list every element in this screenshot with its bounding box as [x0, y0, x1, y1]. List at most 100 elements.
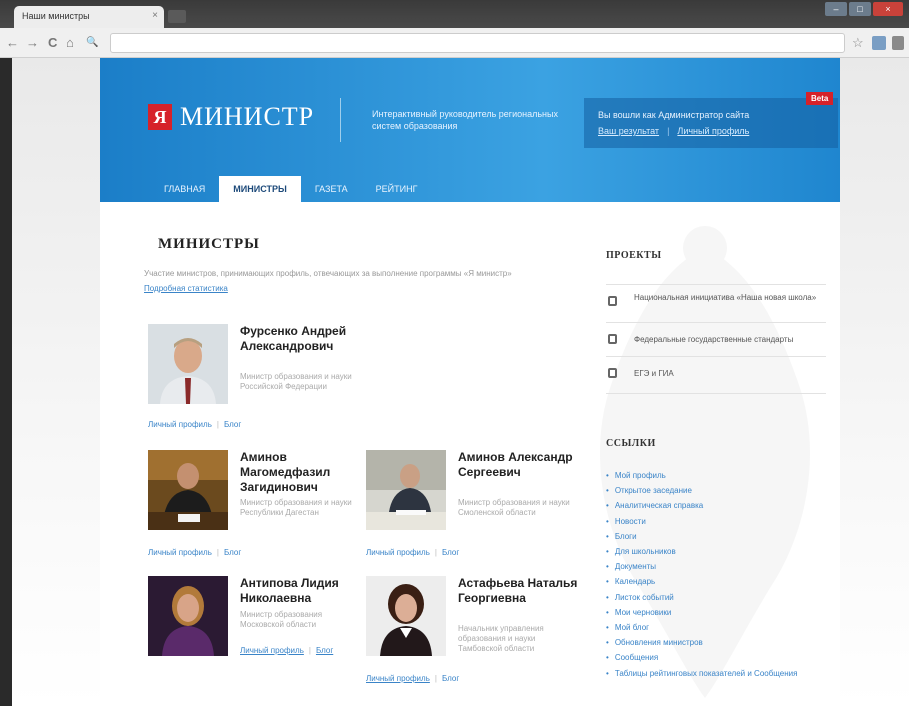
sidebar-link[interactable]: Календарь — [606, 574, 826, 589]
page-menu-icon[interactable] — [872, 36, 886, 50]
document-icon — [608, 368, 617, 378]
home-icon[interactable]: ⌂ — [66, 35, 74, 50]
document-icon — [608, 296, 617, 306]
minister-blog-link[interactable]: Блог — [316, 646, 333, 655]
project-item[interactable]: ЕГЭ и ГИА — [606, 356, 826, 394]
intro-link[interactable]: Подробная статистика — [144, 284, 228, 293]
login-panel: Вы вошли как Администратор сайта Ваш рез… — [584, 98, 838, 148]
minister-card: Аминов Магомедфазил Загидинович Министр … — [148, 450, 368, 570]
header-divider — [340, 98, 341, 142]
minister-role: Министр образования и науки Российской Ф… — [240, 372, 352, 391]
project-label[interactable]: Национальная инициатива «Наша новая школ… — [634, 293, 819, 303]
browser-titlebar: Наши министры × – □ × — [0, 0, 909, 28]
link-separator: | — [434, 674, 437, 683]
minister-name[interactable]: Антипова Лидия Николаевна — [240, 576, 360, 606]
back-icon[interactable]: ← — [6, 35, 19, 50]
minister-profile-link[interactable]: Личный профиль — [148, 420, 212, 429]
nav-item-newspaper[interactable]: ГАЗЕТА — [301, 176, 362, 202]
browser-tab[interactable]: Наши министры × — [14, 6, 164, 28]
link-separator: | — [216, 420, 219, 429]
browser-toolbar: ← → C ⌂ 🔍 ☆ — [0, 28, 909, 58]
minister-name[interactable]: Аминов Александр Сергеевич — [458, 450, 578, 480]
minister-role: Министр образования и науки Республики Д… — [240, 498, 352, 517]
links-title: ССЫЛКИ — [606, 438, 656, 449]
minister-profile-link[interactable]: Личный профиль — [240, 646, 304, 655]
link-separator: | — [216, 548, 219, 557]
minister-blog-link[interactable]: Блог — [442, 548, 459, 557]
nav-item-home[interactable]: ГЛАВНАЯ — [150, 176, 219, 202]
sidebar-link[interactable]: Мой профиль — [606, 468, 826, 483]
page-title: МИНИСТРЫ — [158, 236, 260, 252]
site-header: Я МИНИСТР Интерактивный руководитель рег… — [100, 58, 840, 202]
minister-name[interactable]: Аминов Магомедфазил Загидинович — [240, 450, 360, 495]
forward-icon[interactable]: → — [26, 35, 39, 50]
project-item[interactable]: Федеральные государственные стандарты — [606, 322, 826, 356]
login-status: Вы вошли как Администратор сайта — [598, 110, 750, 120]
sidebar-link[interactable]: Блоги — [606, 529, 826, 544]
minister-card: Антипова Лидия Николаевна Министр образо… — [148, 576, 368, 676]
results-link[interactable]: Ваш результат — [598, 126, 659, 136]
sidebar-link[interactable]: Открытое заседание — [606, 483, 826, 498]
minister-role: Начальник управления образования и науки… — [458, 624, 544, 653]
sidebar-link[interactable]: Таблицы рейтинговых показателей и Сообще… — [606, 666, 826, 681]
minister-profile-link[interactable]: Личный профиль — [366, 548, 430, 557]
new-tab-button[interactable] — [168, 10, 186, 23]
minister-photo[interactable] — [366, 576, 446, 656]
minimize-button[interactable]: – — [825, 2, 847, 16]
sidebar-link[interactable]: Сообщения — [606, 650, 826, 665]
minister-name[interactable]: Астафьева Наталья Георгиевна — [458, 576, 578, 606]
nav-item-ministers[interactable]: МИНИСТРЫ — [219, 176, 301, 202]
project-item[interactable]: Национальная инициатива «Наша новая школ… — [606, 284, 826, 318]
nav-item-rating[interactable]: РЕЙТИНГ — [362, 176, 432, 202]
login-separator: | — [667, 126, 670, 136]
minister-photo[interactable] — [366, 450, 446, 530]
projects-title: ПРОЕКТЫ — [606, 250, 662, 261]
minister-blog-link[interactable]: Блог — [224, 420, 241, 429]
beta-badge: Beta — [806, 92, 834, 105]
address-search-icon: 🔍 — [86, 37, 99, 48]
site-container: Я МИНИСТР Интерактивный руководитель рег… — [100, 58, 840, 706]
project-label[interactable]: Федеральные государственные стандарты — [634, 335, 819, 345]
minister-role: Министр образования Московской области — [240, 610, 323, 629]
minister-links: Личный профиль | Блог — [148, 548, 241, 557]
sidebar-link[interactable]: Документы — [606, 559, 826, 574]
sidebar-link[interactable]: Мои черновики — [606, 605, 826, 620]
reload-icon[interactable]: C — [48, 35, 57, 50]
login-links: Ваш результат | Личный профиль — [598, 126, 749, 136]
close-window-button[interactable]: × — [873, 2, 903, 16]
tab-title: Наши министры — [22, 11, 90, 21]
bookmark-star-icon[interactable]: ☆ — [852, 35, 864, 51]
minister-links: Личный профиль | Блог — [240, 646, 333, 655]
site-tagline: Интерактивный руководитель региональных … — [372, 109, 558, 131]
minister-name[interactable]: Фурсенко Андрей Александрович — [240, 324, 360, 354]
logo-badge[interactable]: Я — [148, 104, 172, 130]
minister-links: Личный профиль | Блог — [148, 420, 241, 429]
sidebar-link[interactable]: Обновления министров — [606, 635, 826, 650]
minister-card: Аминов Александр Сергеевич Министр образ… — [366, 450, 586, 570]
tab-close-icon[interactable]: × — [152, 10, 158, 21]
minister-photo[interactable] — [148, 450, 228, 530]
document-icon — [608, 334, 617, 344]
wrench-icon[interactable] — [892, 36, 904, 50]
link-separator: | — [434, 548, 437, 557]
profile-link[interactable]: Личный профиль — [677, 126, 749, 136]
minister-photo[interactable] — [148, 576, 228, 656]
minister-blog-link[interactable]: Блог — [442, 674, 459, 683]
page-viewport: Я МИНИСТР Интерактивный руководитель рег… — [0, 58, 909, 706]
intro-text: Участие министров, принимающих профиль, … — [144, 269, 512, 278]
address-bar[interactable] — [110, 33, 845, 53]
logo-text[interactable]: МИНИСТР — [180, 102, 314, 132]
minister-links: Личный профиль | Блог — [366, 548, 459, 557]
maximize-button[interactable]: □ — [849, 2, 871, 16]
sidebar-link[interactable]: Для школьников — [606, 544, 826, 559]
minister-profile-link[interactable]: Личный профиль — [366, 674, 430, 683]
sidebar-link[interactable]: Новости — [606, 514, 826, 529]
minister-blog-link[interactable]: Блог — [224, 548, 241, 557]
sidebar-link[interactable]: Мой блог — [606, 620, 826, 635]
sidebar-link[interactable]: Листок событий — [606, 590, 826, 605]
sidebar-links: Мой профиль Открытое заседание Аналитиче… — [606, 468, 826, 681]
sidebar-link[interactable]: Аналитическая справка — [606, 498, 826, 513]
minister-photo[interactable] — [148, 324, 228, 404]
project-label[interactable]: ЕГЭ и ГИА — [634, 369, 819, 379]
minister-profile-link[interactable]: Личный профиль — [148, 548, 212, 557]
